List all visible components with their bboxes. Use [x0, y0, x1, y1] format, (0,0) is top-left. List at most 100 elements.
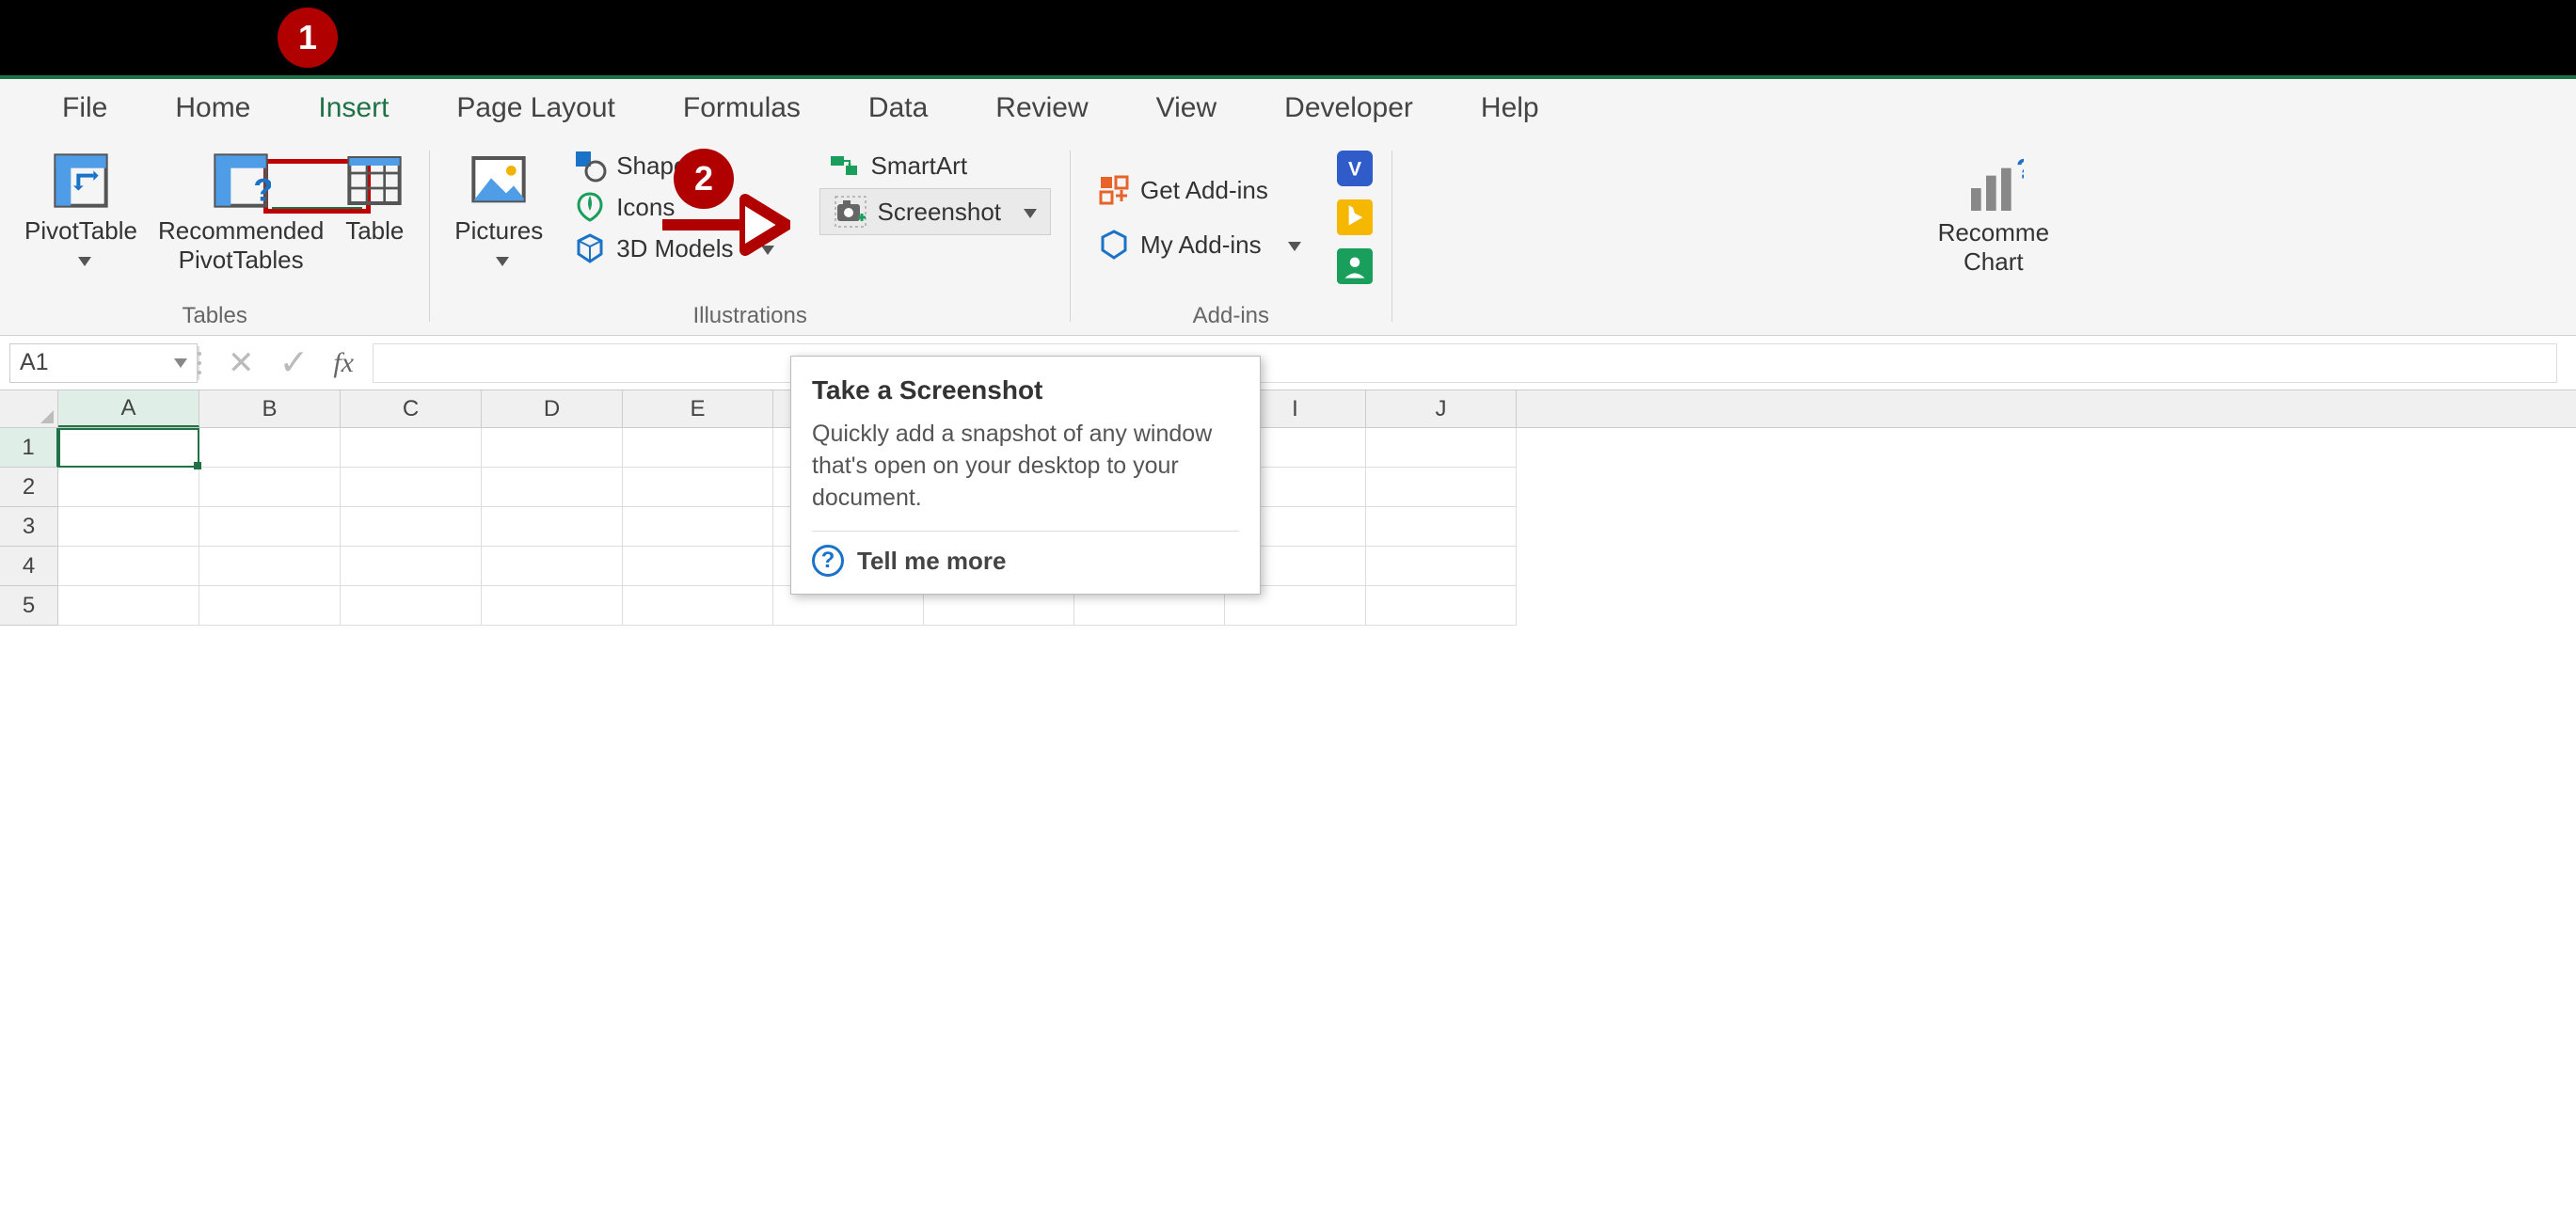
tab-review[interactable]: Review [962, 83, 1121, 134]
row-header[interactable]: 4 [0, 547, 58, 586]
cell[interactable] [1366, 507, 1517, 547]
3d-models-label: 3D Models [616, 234, 733, 263]
tab-data[interactable]: Data [835, 83, 962, 134]
cell[interactable] [199, 547, 341, 586]
tab-view[interactable]: View [1122, 83, 1250, 134]
svg-text:?: ? [2016, 158, 2024, 184]
shapes-button[interactable]: Shapes [565, 147, 782, 184]
grid-row: 3 [0, 507, 2576, 547]
tooltip-title: Take a Screenshot [812, 375, 1239, 405]
addin-tile-visio-icon[interactable]: V [1337, 151, 1373, 186]
recommended-pivottables-label-1: Recommended [158, 216, 324, 246]
tab-help[interactable]: Help [1447, 83, 1573, 134]
tooltip-divider [812, 531, 1239, 532]
recommended-pivottables-button[interactable]: ? Recommended PivotTables [152, 147, 329, 278]
pictures-button[interactable]: Pictures [449, 147, 549, 278]
column-header[interactable]: A [58, 390, 199, 427]
cell[interactable] [1366, 468, 1517, 507]
cell[interactable] [58, 507, 199, 547]
table-label: Table [345, 216, 404, 246]
cell[interactable] [623, 428, 773, 468]
help-icon: ? [812, 545, 844, 577]
formula-input[interactable] [373, 343, 2557, 383]
insert-function-button[interactable]: fx [333, 347, 354, 379]
tell-me-more-link[interactable]: ? Tell me more [812, 545, 1239, 577]
tab-insert[interactable]: Insert [284, 83, 422, 134]
3d-models-button[interactable]: 3D Models [565, 230, 782, 267]
cell[interactable] [341, 428, 482, 468]
cell[interactable] [1366, 586, 1517, 626]
cell[interactable] [623, 468, 773, 507]
row-header[interactable]: 5 [0, 586, 58, 626]
cell[interactable] [199, 507, 341, 547]
pivottable-label: PivotTable [24, 216, 137, 246]
pivottable-button[interactable]: PivotTable [19, 147, 143, 278]
column-header[interactable]: J [1366, 390, 1517, 427]
addin-tile-people-icon[interactable] [1337, 248, 1373, 284]
name-box[interactable]: A1 [9, 343, 198, 383]
cancel-formula-icon[interactable]: ✕ [228, 344, 255, 382]
cell[interactable] [482, 428, 623, 468]
row-header[interactable]: 2 [0, 468, 58, 507]
grid-row: 2 [0, 468, 2576, 507]
column-header[interactable]: D [482, 390, 623, 427]
addin-tile-bing-icon[interactable] [1337, 199, 1373, 235]
table-button[interactable]: Table [339, 147, 410, 249]
tab-developer[interactable]: Developer [1250, 83, 1447, 134]
tab-formulas[interactable]: Formulas [649, 83, 835, 134]
screenshot-button[interactable]: Screenshot [819, 188, 1051, 235]
grid-row: 4 [0, 547, 2576, 586]
cell[interactable] [623, 586, 773, 626]
cell[interactable] [199, 428, 341, 468]
recommended-charts-button[interactable]: ? Recomme Chart [1932, 152, 2055, 282]
group-illustrations: Pictures Shapes Icons [443, 137, 1057, 335]
cell[interactable] [623, 547, 773, 586]
cell[interactable] [1366, 547, 1517, 586]
cell[interactable] [58, 547, 199, 586]
smartart-button[interactable]: SmartArt [819, 147, 1051, 184]
svg-text:?: ? [253, 172, 271, 208]
tab-home[interactable]: Home [141, 83, 284, 134]
cell[interactable] [58, 468, 199, 507]
row-header[interactable]: 3 [0, 507, 58, 547]
column-header[interactable]: B [199, 390, 341, 427]
group-addins-label: Add-ins [1193, 303, 1269, 331]
cell[interactable] [482, 468, 623, 507]
3d-models-dropdown-icon [754, 234, 774, 263]
formula-bar: A1 ✕ ✓ fx [0, 336, 2576, 390]
recommended-charts-label-1: Recomme [1938, 218, 2049, 247]
cell[interactable] [482, 507, 623, 547]
group-charts: ? Recomme Chart [1406, 137, 2576, 335]
cell[interactable] [623, 507, 773, 547]
get-addins-button[interactable]: Get Add-ins [1089, 171, 1309, 209]
titlebar-blackout [0, 0, 2576, 75]
screenshot-icon [834, 195, 867, 229]
tell-me-more-label: Tell me more [857, 547, 1006, 576]
get-addins-label: Get Add-ins [1140, 176, 1268, 205]
row-header[interactable]: 1 [0, 428, 58, 468]
cell[interactable] [341, 586, 482, 626]
group-addins: Get Add-ins My Add-ins V [1084, 137, 1378, 335]
icons-button[interactable]: Icons [565, 188, 782, 226]
cell[interactable] [341, 547, 482, 586]
cell[interactable] [58, 428, 199, 468]
cell[interactable] [482, 586, 623, 626]
select-all-corner[interactable] [0, 390, 58, 427]
smartart-label: SmartArt [870, 151, 967, 181]
cell[interactable] [58, 586, 199, 626]
column-header[interactable]: C [341, 390, 482, 427]
column-header[interactable]: E [623, 390, 773, 427]
group-tables: PivotTable ? Recommended PivotTables Tab… [13, 137, 416, 335]
cell[interactable] [199, 586, 341, 626]
cell[interactable] [199, 468, 341, 507]
tab-file[interactable]: File [28, 83, 141, 134]
my-addins-label: My Add-ins [1140, 230, 1262, 260]
cell[interactable] [341, 468, 482, 507]
smartart-icon [827, 149, 861, 183]
enter-formula-icon[interactable]: ✓ [279, 342, 310, 384]
cell[interactable] [341, 507, 482, 547]
my-addins-button[interactable]: My Add-ins [1089, 226, 1309, 263]
cell[interactable] [1366, 428, 1517, 468]
tab-page-layout[interactable]: Page Layout [422, 83, 648, 134]
cell[interactable] [482, 547, 623, 586]
